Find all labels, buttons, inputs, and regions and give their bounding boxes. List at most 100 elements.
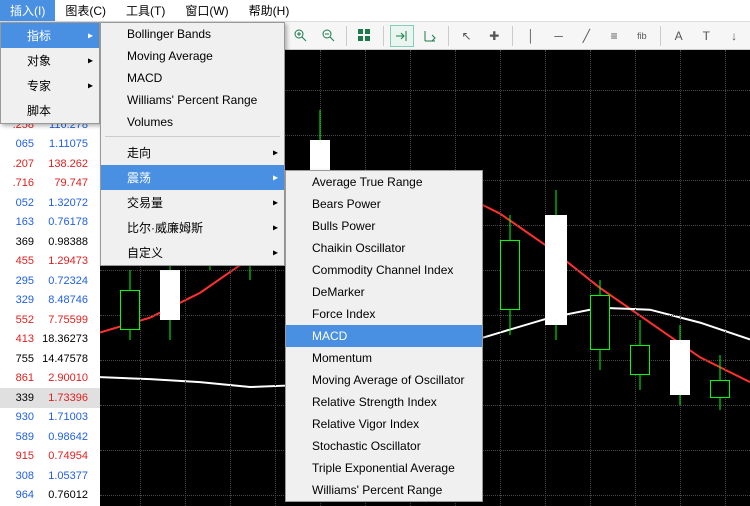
price-row[interactable]: 3391.73396	[0, 388, 100, 408]
price-row[interactable]: .71679.747	[0, 174, 100, 194]
price-cell: 1.73396	[36, 392, 90, 404]
crosshair-icon[interactable]: ✚	[482, 25, 506, 47]
price-row[interactable]: 75514.47578	[0, 349, 100, 369]
separator	[660, 26, 661, 46]
osc-atr[interactable]: Average True Range	[286, 171, 482, 193]
price-row[interactable]: 2950.72324	[0, 271, 100, 291]
price-row[interactable]: 9301.71003	[0, 408, 100, 428]
fibonacci-icon[interactable]: fib	[630, 25, 654, 47]
candle	[710, 50, 730, 506]
trend-line-icon[interactable]: ╱	[575, 25, 599, 47]
osc-force[interactable]: Force Index	[286, 303, 482, 325]
price-cell: 930	[0, 411, 36, 423]
price-cell: 295	[0, 275, 36, 287]
price-cell: 308	[0, 470, 36, 482]
menu-scripts[interactable]: 脚本	[1, 98, 99, 123]
osc-macd[interactable]: MACD	[286, 325, 482, 347]
menu-objects[interactable]: 对象	[1, 48, 99, 73]
indicator-volumes[interactable]: Volumes	[101, 111, 284, 133]
cursor-icon[interactable]: ↖	[455, 25, 479, 47]
price-row[interactable]: 9640.76012	[0, 486, 100, 506]
price-cell: 964	[0, 489, 36, 501]
channel-icon[interactable]: ≡	[602, 25, 626, 47]
menu-window[interactable]: 窗口(W)	[175, 0, 238, 21]
dropdown-indicators: Bollinger Bands Moving Average MACD Will…	[100, 22, 285, 266]
osc-momentum[interactable]: Momentum	[286, 347, 482, 369]
price-row[interactable]: 0521.32072	[0, 193, 100, 213]
price-cell: 1.71003	[36, 411, 90, 423]
menu-bar: 插入(I) 图表(C) 工具(T) 窗口(W) 帮助(H)	[0, 0, 750, 22]
price-cell: 369	[0, 236, 36, 248]
price-cell: 1.05377	[36, 470, 90, 482]
price-cell: .207	[0, 158, 36, 170]
zoom-in-icon[interactable]	[289, 25, 313, 47]
price-cell: 052	[0, 197, 36, 209]
price-row[interactable]: 8612.90010	[0, 369, 100, 389]
osc-wpr[interactable]: Williams' Percent Range	[286, 479, 482, 501]
indicator-trend[interactable]: 走向	[101, 140, 284, 165]
separator	[105, 136, 280, 137]
price-row[interactable]: 3081.05377	[0, 466, 100, 486]
zoom-out-icon[interactable]	[317, 25, 341, 47]
osc-tea[interactable]: Triple Exponential Average	[286, 457, 482, 479]
osc-cci[interactable]: Commodity Channel Index	[286, 259, 482, 281]
price-cell: 552	[0, 314, 36, 326]
price-row[interactable]: 4551.29473	[0, 252, 100, 272]
price-cell: 0.98388	[36, 236, 90, 248]
dropdown-insert: 指标 对象 专家 脚本	[0, 22, 100, 124]
indicator-bb[interactable]: Bollinger Bands	[101, 23, 284, 45]
osc-rvi[interactable]: Relative Vigor Index	[286, 413, 482, 435]
price-cell: .716	[0, 177, 36, 189]
vertical-line-icon[interactable]: │	[519, 25, 543, 47]
separator	[346, 26, 347, 46]
menu-tools[interactable]: 工具(T)	[116, 0, 175, 21]
grid-icon[interactable]	[353, 25, 377, 47]
menu-help[interactable]: 帮助(H)	[239, 0, 300, 21]
price-row[interactable]: .207138.262	[0, 154, 100, 174]
price-row[interactable]: 0651.11075	[0, 135, 100, 155]
menu-experts[interactable]: 专家	[1, 73, 99, 98]
menu-indicators[interactable]: 指标	[1, 23, 99, 48]
indicator-oscillators[interactable]: 震荡	[101, 165, 284, 190]
price-cell: 138.262	[36, 158, 90, 170]
price-cell: 14.47578	[36, 353, 90, 365]
horizontal-line-icon[interactable]: ─	[547, 25, 571, 47]
price-cell: 0.76178	[36, 216, 90, 228]
osc-maosc[interactable]: Moving Average of Oscillator	[286, 369, 482, 391]
price-row[interactable]: 3298.48746	[0, 291, 100, 311]
osc-demarker[interactable]: DeMarker	[286, 281, 482, 303]
candle	[670, 50, 690, 506]
price-row[interactable]: 41318.36273	[0, 330, 100, 350]
price-row[interactable]: 5890.98642	[0, 427, 100, 447]
osc-chaikin[interactable]: Chaikin Oscillator	[286, 237, 482, 259]
text-label-icon[interactable]: T	[694, 25, 718, 47]
indicator-bill-williams[interactable]: 比尔·威廉姆斯	[101, 215, 284, 240]
indicator-volume-cat[interactable]: 交易量	[101, 190, 284, 215]
menu-insert[interactable]: 插入(I)	[0, 0, 55, 21]
price-cell: 18.36273	[36, 333, 90, 345]
indicator-macd[interactable]: MACD	[101, 67, 284, 89]
price-cell: 2.90010	[36, 372, 90, 384]
price-cell: 861	[0, 372, 36, 384]
osc-bulls[interactable]: Bulls Power	[286, 215, 482, 237]
price-row[interactable]: 9150.74954	[0, 447, 100, 467]
indicator-custom[interactable]: 自定义	[101, 240, 284, 265]
price-cell: 339	[0, 392, 36, 404]
text-icon[interactable]: A	[667, 25, 691, 47]
more-icon[interactable]: ↓	[722, 25, 746, 47]
osc-stoch[interactable]: Stochastic Oscillator	[286, 435, 482, 457]
candle	[500, 50, 520, 506]
shift-icon[interactable]	[418, 25, 442, 47]
menu-chart[interactable]: 图表(C)	[55, 0, 116, 21]
indicator-ma[interactable]: Moving Average	[101, 45, 284, 67]
separator	[383, 26, 384, 46]
osc-bears[interactable]: Bears Power	[286, 193, 482, 215]
indicator-wpr[interactable]: Williams' Percent Range	[101, 89, 284, 111]
price-row[interactable]: 3690.98388	[0, 232, 100, 252]
price-cell: 0.76012	[36, 489, 90, 501]
autoscroll-icon[interactable]	[390, 25, 414, 47]
osc-rsi[interactable]: Relative Strength Index	[286, 391, 482, 413]
separator	[448, 26, 449, 46]
price-row[interactable]: 1630.76178	[0, 213, 100, 233]
price-row[interactable]: 5527.75599	[0, 310, 100, 330]
